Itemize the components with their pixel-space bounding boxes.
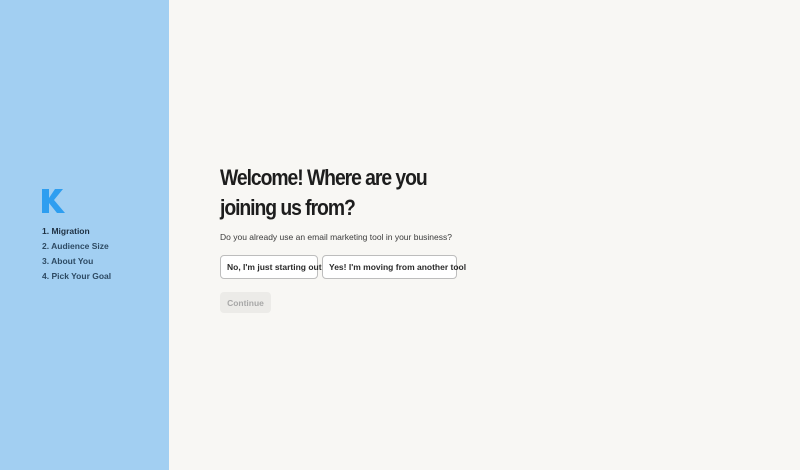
klaviyo-logo-icon — [42, 189, 65, 213]
step-about-you: 3. About You — [42, 256, 94, 266]
option-starting-out-button[interactable]: No, I'm just starting out — [220, 255, 322, 279]
page-title: Welcome! Where are you joining us from? — [220, 165, 428, 220]
migration-options: No, I'm just starting out Yes! I'm movin… — [220, 255, 466, 279]
continue-button[interactable]: Continue — [220, 292, 271, 313]
step-audience-size: 2. Audience Size — [42, 241, 109, 251]
main-content: Welcome! Where are you joining us from? … — [169, 0, 800, 470]
option-moving-from-tool-button[interactable]: Yes! I'm moving from another tool — [322, 255, 466, 279]
page-subtitle: Do you already use an email marketing to… — [220, 232, 452, 242]
sidebar: 1. Migration 2. Audience Size 3. About Y… — [0, 0, 169, 470]
step-pick-your-goal: 4. Pick Your Goal — [42, 271, 112, 281]
step-migration: 1. Migration — [42, 226, 90, 236]
steps-list: 1. Migration 2. Audience Size 3. About Y… — [42, 225, 111, 285]
